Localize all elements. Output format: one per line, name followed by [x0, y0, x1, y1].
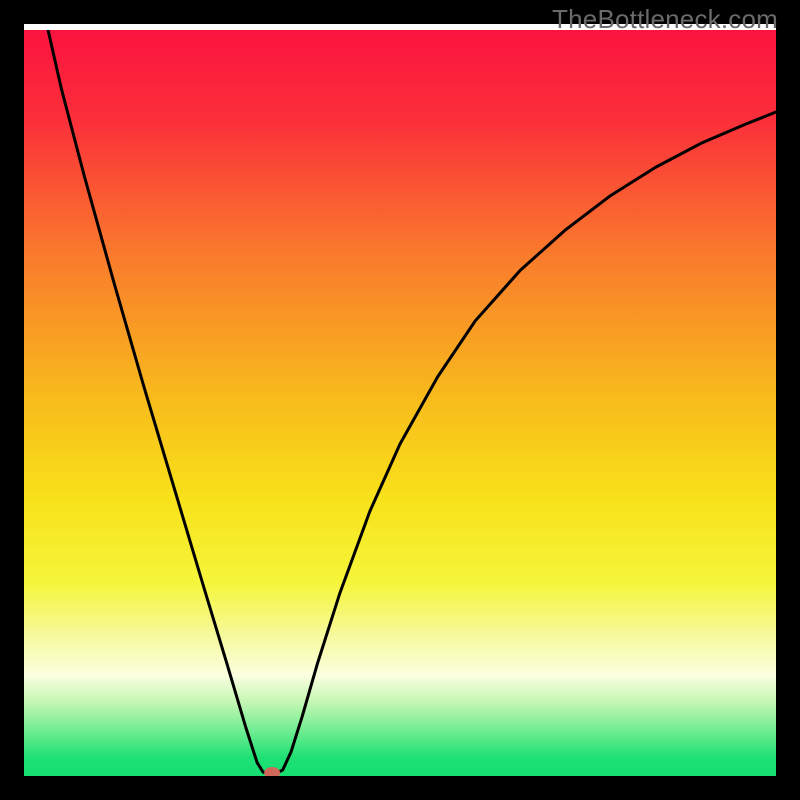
watermark-text: TheBottleneck.com	[552, 4, 778, 35]
bottleneck-chart	[0, 0, 800, 800]
chart-container: TheBottleneck.com	[0, 0, 800, 800]
gradient-background	[24, 30, 776, 776]
